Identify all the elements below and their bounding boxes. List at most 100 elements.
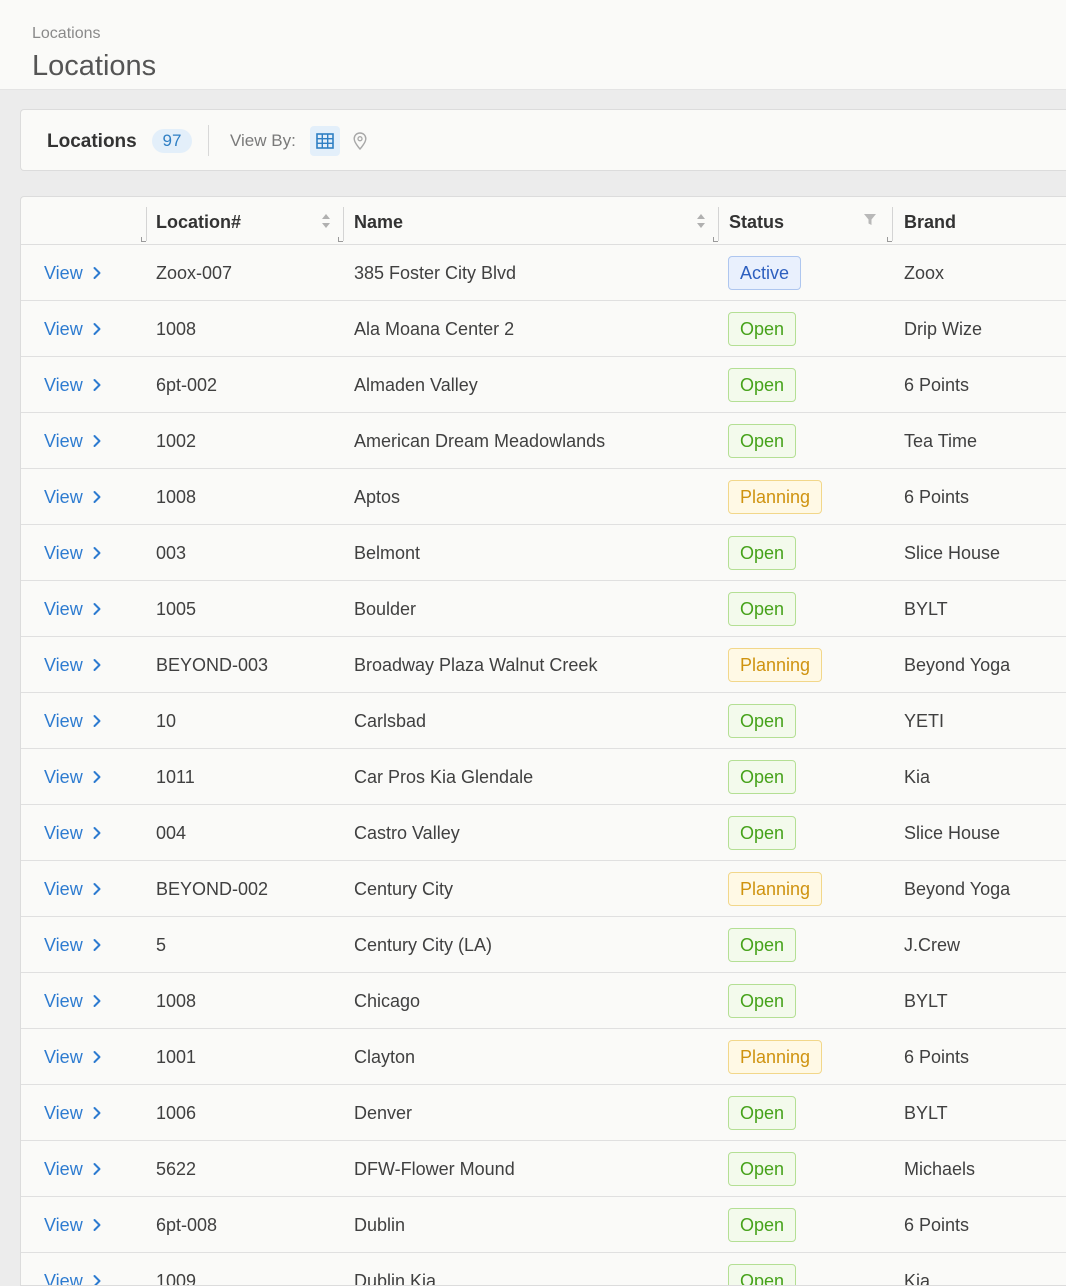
view-link[interactable]: View (44, 1253, 83, 1285)
view-link[interactable]: View (44, 413, 83, 469)
table-row[interactable]: View 1005 Boulder Open BYLT (21, 581, 1066, 637)
chevron-right-icon[interactable] (91, 1274, 103, 1286)
chevron-right-icon[interactable] (91, 1218, 103, 1232)
view-link[interactable]: View (44, 973, 83, 1029)
table-row[interactable]: View 1008 Chicago Open BYLT (21, 973, 1066, 1029)
column-divider (892, 207, 893, 241)
table-row[interactable]: View 1001 Clayton Planning 6 Points (21, 1029, 1066, 1085)
view-link[interactable]: View (44, 1141, 83, 1197)
chevron-right-icon[interactable] (91, 882, 103, 896)
cell-name: Clayton (354, 1047, 416, 1067)
page-title: Locations (32, 50, 157, 82)
locations-toolbar: Locations 97 View By: (20, 109, 1066, 171)
cell-location-number: 5622 (156, 1159, 197, 1179)
view-link[interactable]: View (44, 301, 83, 357)
chevron-right-icon[interactable] (91, 1106, 103, 1120)
column-header-brand[interactable]: Brand (904, 197, 956, 245)
cell-location-number: 1009 (156, 1271, 197, 1286)
chevron-right-icon[interactable] (91, 266, 103, 280)
table-view-button[interactable] (310, 126, 340, 156)
toolbar-title: Locations (47, 131, 137, 152)
view-link[interactable]: View (44, 917, 83, 973)
map-view-button[interactable] (347, 126, 373, 156)
sort-icon[interactable] (320, 212, 332, 230)
status-badge: Planning (728, 648, 823, 682)
chevron-right-icon[interactable] (91, 490, 103, 504)
filter-icon[interactable] (863, 213, 877, 227)
table-row[interactable]: View 1011 Car Pros Kia Glendale Open Kia (21, 749, 1066, 805)
view-link[interactable]: View (44, 749, 83, 805)
chevron-right-icon[interactable] (91, 602, 103, 616)
cell-brand: J.Crew (904, 935, 961, 955)
table-row[interactable]: View 1008 Aptos Planning 6 Points (21, 469, 1066, 525)
cell-brand: BYLT (904, 1103, 948, 1123)
table-row[interactable]: View 6pt-002 Almaden Valley Open 6 Points (21, 357, 1066, 413)
cell-brand: Kia (904, 1271, 931, 1286)
sort-icon[interactable] (695, 212, 707, 230)
table-row[interactable]: View 1006 Denver Open BYLT (21, 1085, 1066, 1141)
column-header-status[interactable]: Status (729, 197, 784, 245)
chevron-right-icon[interactable] (91, 434, 103, 448)
cell-brand: YETI (904, 711, 945, 731)
view-link[interactable]: View (44, 637, 83, 693)
cell-name: Century City (354, 879, 454, 899)
view-link[interactable]: View (44, 357, 83, 413)
status-badge: Open (728, 536, 797, 570)
chevron-right-icon[interactable] (91, 378, 103, 392)
cell-name: 385 Foster City Blvd (354, 263, 517, 283)
cell-location-number: 6pt-008 (156, 1215, 218, 1235)
view-link[interactable]: View (44, 581, 83, 637)
table-row[interactable]: View 1009 Dublin Kia Open Kia (21, 1253, 1066, 1286)
table-row[interactable]: View 1002 American Dream Meadowlands Open Te… (21, 413, 1066, 469)
status-badge: Open (728, 424, 797, 458)
chevron-right-icon[interactable] (91, 994, 103, 1008)
table-row[interactable]: View 003 Belmont Open Slice House (21, 525, 1066, 581)
cell-brand: Zoox (904, 263, 945, 283)
table-row[interactable]: View Zoox-007 385 Foster City Blvd Active Zo… (21, 245, 1066, 301)
view-link[interactable]: View (44, 861, 83, 917)
chevron-right-icon[interactable] (91, 658, 103, 672)
table-row[interactable]: View 004 Castro Valley Open Slice House (21, 805, 1066, 861)
view-link[interactable]: View (44, 245, 83, 301)
column-header-location[interactable]: Location# (156, 197, 241, 245)
view-link[interactable]: View (44, 1197, 83, 1253)
chevron-right-icon[interactable] (91, 1162, 103, 1176)
cell-name: American Dream Meadowlands (354, 431, 606, 451)
cell-location-number: BEYOND-002 (156, 879, 269, 899)
view-link[interactable]: View (44, 525, 83, 581)
view-link[interactable]: View (44, 469, 83, 525)
table-row[interactable]: View 10 Carlsbad Open YETI (21, 693, 1066, 749)
map-pin-icon (353, 132, 367, 150)
cell-brand: Drip Wize (904, 319, 983, 339)
chevron-right-icon[interactable] (91, 938, 103, 952)
chevron-right-icon[interactable] (91, 1050, 103, 1064)
cell-name: Broadway Plaza Walnut Creek (354, 655, 598, 675)
cell-name: Castro Valley (354, 823, 460, 843)
chevron-right-icon[interactable] (91, 546, 103, 560)
table-row[interactable]: View BEYOND-003 Broadway Plaza Walnut Cree… (21, 637, 1066, 693)
table-row[interactable]: View 1008 Ala Moana Center 2 Open Drip Wize (21, 301, 1066, 357)
cell-name: Denver (354, 1103, 413, 1123)
chevron-right-icon[interactable] (91, 826, 103, 840)
cell-brand: Kia (904, 767, 931, 787)
chevron-right-icon[interactable] (91, 322, 103, 336)
table-row[interactable]: View 5 Century City (LA) Open J.Crew (21, 917, 1066, 973)
column-divider (343, 207, 344, 241)
table-body: View Zoox-007 385 Foster City Blvd Active Zo… (21, 245, 1066, 1286)
cell-location-number: 1005 (156, 599, 197, 619)
view-link[interactable]: View (44, 693, 83, 749)
view-link[interactable]: View (44, 1029, 83, 1085)
cell-brand: 6 Points (904, 487, 970, 507)
table-row[interactable]: View 6pt-008 Dublin Open 6 Points (21, 1197, 1066, 1253)
chevron-right-icon[interactable] (91, 714, 103, 728)
column-header-name[interactable]: Name (354, 197, 403, 245)
view-by-label: View By: (230, 131, 296, 150)
view-link[interactable]: View (44, 805, 83, 861)
cell-name: Ala Moana Center 2 (354, 319, 515, 339)
breadcrumb[interactable]: Locations (32, 25, 101, 43)
table-row[interactable]: View 5622 DFW-Flower Mound Open Michaels (21, 1141, 1066, 1197)
column-divider (718, 207, 719, 241)
view-link[interactable]: View (44, 1085, 83, 1141)
table-row[interactable]: View BEYOND-002 Century City Planning Beyond… (21, 861, 1066, 917)
chevron-right-icon[interactable] (91, 770, 103, 784)
